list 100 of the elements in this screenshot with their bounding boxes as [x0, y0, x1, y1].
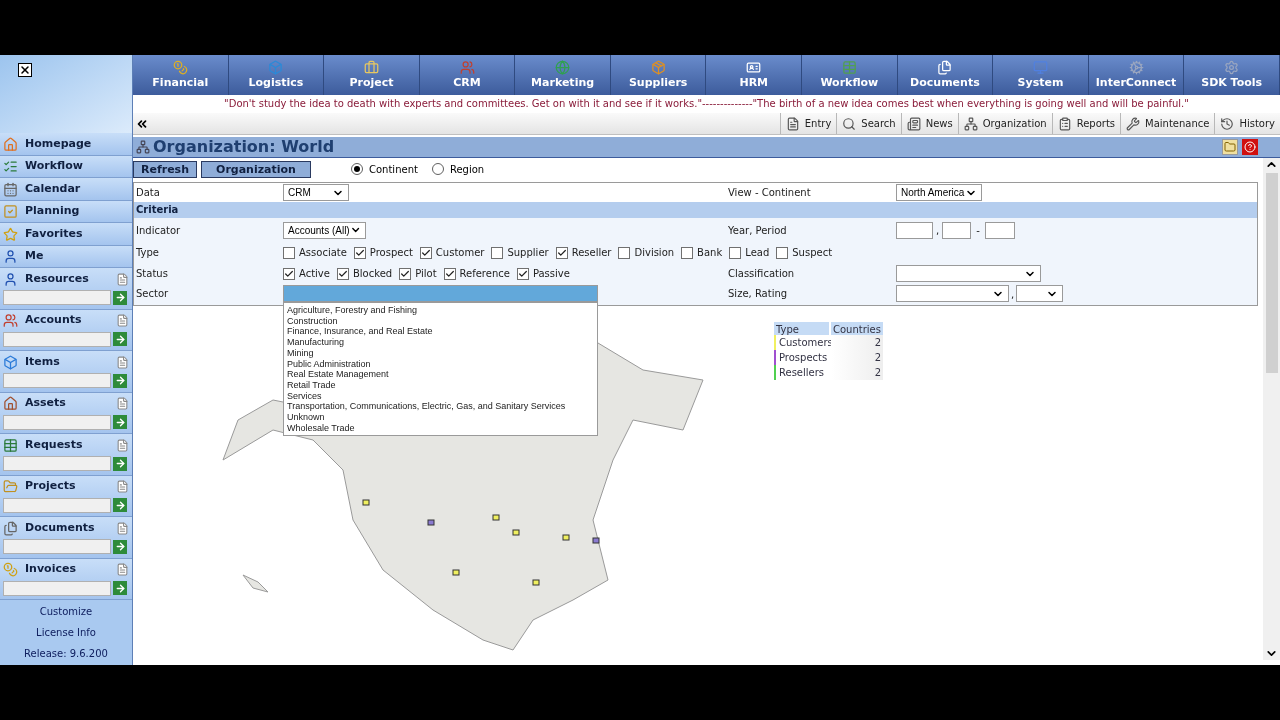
- nav-tab[interactable]: InterConnect: [1088, 55, 1185, 95]
- dropdown-option[interactable]: Services: [287, 390, 597, 402]
- checkbox[interactable]: [353, 246, 366, 259]
- check-icon: [400, 268, 411, 279]
- sidebar-item[interactable]: Calendar: [0, 178, 132, 201]
- checkbox[interactable]: [618, 246, 631, 259]
- nav-tab[interactable]: Documents: [897, 55, 994, 95]
- rating-select[interactable]: [1016, 285, 1064, 302]
- nav-tab[interactable]: Project: [324, 55, 420, 95]
- go-button[interactable]: [113, 539, 127, 554]
- indicator-select[interactable]: Accounts (All): [283, 221, 366, 239]
- checkbox[interactable]: [399, 267, 412, 280]
- checkbox[interactable]: [283, 246, 295, 259]
- sidebar-link[interactable]: License Info: [36, 625, 96, 640]
- go-button[interactable]: [113, 456, 127, 471]
- toolbar-button[interactable]: News: [900, 113, 958, 134]
- nav-tab[interactable]: SDK Tools: [1184, 55, 1280, 95]
- new-document-icon[interactable]: [116, 397, 129, 410]
- go-button[interactable]: [113, 581, 127, 595]
- folder-button[interactable]: [1222, 139, 1238, 155]
- action-button[interactable]: Organization: [201, 160, 311, 178]
- sidebar-link[interactable]: Customize: [39, 604, 93, 619]
- view-select[interactable]: North America: [896, 184, 982, 201]
- period-field[interactable]: [942, 221, 972, 239]
- data-select[interactable]: CRM: [283, 184, 349, 201]
- nav-tab[interactable]: System: [993, 55, 1089, 95]
- period-field[interactable]: [984, 221, 1015, 239]
- module-icon: [1224, 60, 1240, 75]
- scrollbar[interactable]: [1263, 158, 1280, 660]
- dropdown-option[interactable]: Mining: [287, 347, 597, 359]
- search-field[interactable]: [3, 290, 111, 305]
- dropdown-option[interactable]: Agriculture, Forestry and Fishing: [287, 305, 597, 316]
- checkbox[interactable]: [776, 246, 789, 259]
- search-field[interactable]: [3, 456, 111, 471]
- toolbar-button[interactable]: Reports: [1051, 113, 1120, 134]
- help-button[interactable]: [1242, 139, 1258, 155]
- nav-tab[interactable]: Workflow: [802, 55, 898, 95]
- new-document-icon[interactable]: [116, 563, 129, 576]
- sidebar-item[interactable]: Favorites: [0, 223, 132, 246]
- dropdown-option[interactable]: Wholesale Trade: [287, 422, 597, 434]
- nav-tab[interactable]: Logistics: [228, 55, 325, 95]
- nav-tab[interactable]: CRM: [419, 55, 516, 95]
- sidebar-item[interactable]: Homepage: [0, 133, 132, 156]
- dropdown-option[interactable]: Construction: [287, 315, 597, 327]
- checkbox[interactable]: [419, 246, 432, 259]
- new-document-icon[interactable]: [116, 521, 129, 535]
- sidebar-item[interactable]: Me: [0, 245, 132, 268]
- nav-tab[interactable]: Marketing: [515, 55, 611, 95]
- search-field[interactable]: [3, 331, 111, 347]
- size-select[interactable]: [896, 285, 1009, 302]
- checkbox[interactable]: [336, 267, 349, 280]
- checkbox[interactable]: [443, 267, 456, 280]
- go-button[interactable]: [113, 415, 127, 429]
- dropdown-option[interactable]: Finance, Insurance, and Real Estate: [287, 326, 597, 338]
- checkbox[interactable]: [491, 246, 504, 259]
- checkbox[interactable]: [283, 267, 295, 280]
- search-field[interactable]: [3, 580, 111, 596]
- go-button[interactable]: [113, 290, 127, 305]
- sidebar-item[interactable]: Planning: [0, 200, 132, 223]
- field-label: Data: [136, 186, 161, 200]
- action-button[interactable]: Refresh: [133, 160, 197, 178]
- dropdown-option[interactable]: Unknown: [287, 412, 597, 423]
- nav-tab[interactable]: HRM: [706, 55, 803, 95]
- search-field[interactable]: [3, 497, 111, 513]
- close-icon[interactable]: [18, 63, 32, 77]
- go-button[interactable]: [113, 373, 127, 388]
- dropdown-option[interactable]: Public Administration: [287, 358, 597, 370]
- sidebar-item[interactable]: Workflow: [0, 155, 132, 178]
- go-button[interactable]: [113, 498, 127, 512]
- toolbar-button[interactable]: History: [1214, 113, 1280, 134]
- toolbar-button[interactable]: Organization: [957, 113, 1052, 134]
- dropdown-option[interactable]: Manufacturing: [287, 337, 597, 348]
- toolbar-button[interactable]: Maintenance: [1120, 113, 1215, 134]
- year-field[interactable]: [896, 221, 933, 239]
- new-document-icon[interactable]: [116, 480, 129, 493]
- checkbox[interactable]: [555, 246, 568, 259]
- search-field[interactable]: [3, 373, 111, 388]
- radio-button[interactable]: [431, 163, 444, 175]
- nav-tab[interactable]: Financial: [133, 55, 229, 95]
- toolbar-button[interactable]: Search: [836, 113, 901, 134]
- new-document-icon[interactable]: [116, 272, 129, 286]
- module-icon: [1033, 60, 1048, 75]
- classification-select[interactable]: [896, 265, 1041, 282]
- search-field[interactable]: [3, 414, 111, 430]
- new-document-icon[interactable]: [116, 438, 129, 452]
- new-document-icon[interactable]: [116, 355, 129, 369]
- toolbar-button[interactable]: Entry: [779, 113, 837, 134]
- checkbox[interactable]: [516, 267, 529, 280]
- dropdown-option[interactable]: Real Estate Management: [287, 369, 597, 380]
- nav-tab[interactable]: Suppliers: [610, 55, 707, 95]
- field-label: Type: [136, 246, 160, 260]
- go-button[interactable]: [113, 332, 127, 346]
- new-document-icon[interactable]: [116, 314, 129, 327]
- search-field[interactable]: [3, 539, 111, 554]
- checkbox[interactable]: [729, 246, 742, 259]
- checkbox[interactable]: [681, 246, 694, 259]
- radio-button[interactable]: [351, 163, 363, 175]
- dropdown-option[interactable]: Transportation, Communications, Electric, Gas, and Sanitary Services: [287, 401, 597, 413]
- field-label: Indicator: [136, 223, 182, 238]
- dropdown-option[interactable]: Retail Trade: [287, 379, 597, 391]
